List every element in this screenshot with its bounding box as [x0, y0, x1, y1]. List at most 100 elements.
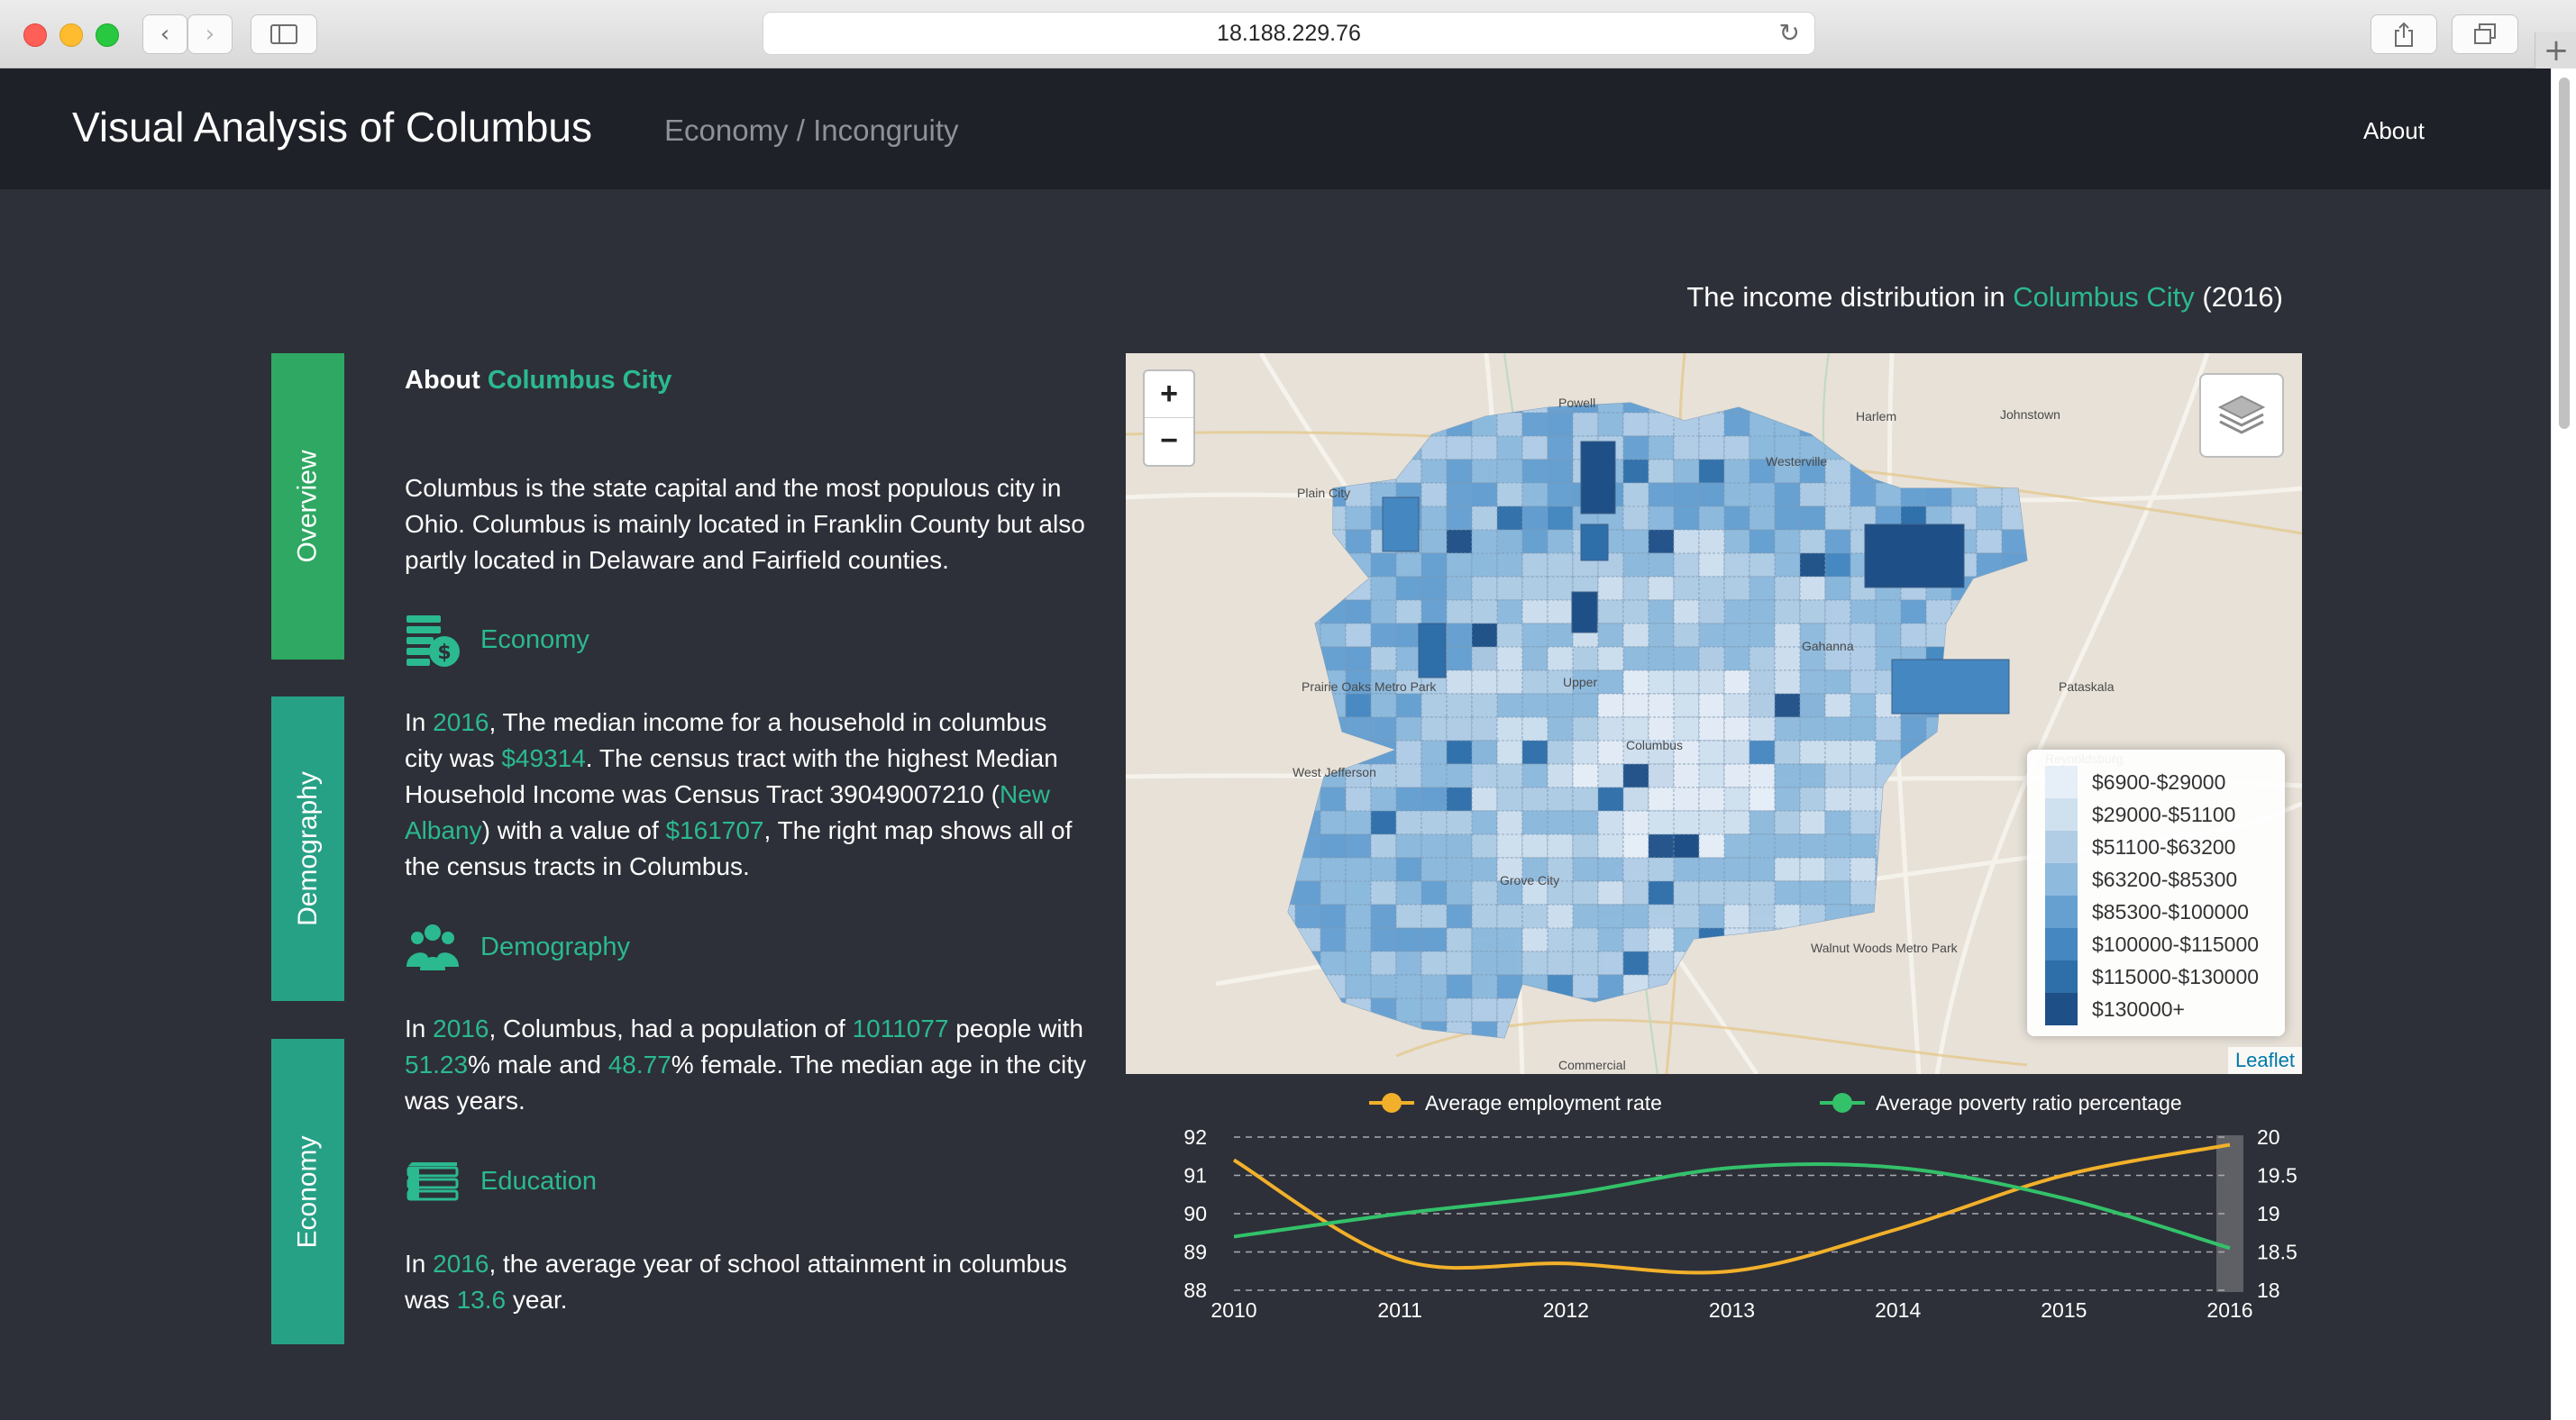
census-tract[interactable]	[1547, 505, 1574, 531]
census-tract[interactable]	[1622, 412, 1649, 437]
census-tract[interactable]	[1648, 787, 1675, 812]
census-tract[interactable]	[1723, 552, 1750, 578]
census-tract[interactable]	[1572, 1021, 1599, 1045]
census-tract[interactable]	[1471, 482, 1498, 507]
census-tract[interactable]	[1749, 904, 1776, 929]
census-tract[interactable]	[1270, 1045, 1295, 1069]
census-tract[interactable]	[1723, 669, 1750, 695]
census-tract[interactable]	[1446, 529, 1473, 554]
census-tract[interactable]	[1864, 523, 1965, 588]
census-tract[interactable]	[1925, 623, 1952, 648]
census-tract[interactable]	[1496, 576, 1523, 601]
census-tract[interactable]	[1900, 787, 1927, 812]
census-tract[interactable]	[1850, 435, 1902, 460]
census-tract[interactable]	[1622, 576, 1649, 601]
census-tract[interactable]	[2026, 623, 2052, 648]
census-tract[interactable]	[2026, 529, 2052, 554]
census-tract[interactable]	[1774, 740, 1801, 765]
census-tract[interactable]	[1799, 787, 1826, 812]
census-tract[interactable]	[1850, 904, 1877, 929]
census-tract[interactable]	[1925, 412, 1952, 460]
census-tract[interactable]	[1850, 763, 1877, 788]
census-tract[interactable]	[1723, 693, 1750, 718]
census-tract[interactable]	[1950, 389, 2003, 414]
census-tract[interactable]	[1976, 997, 2003, 1023]
census-tract[interactable]	[1496, 435, 1523, 460]
census-tract[interactable]	[1471, 833, 1498, 859]
census-tract[interactable]	[1950, 435, 2003, 484]
census-tract[interactable]	[1496, 833, 1523, 859]
census-tract[interactable]	[1799, 482, 1826, 507]
census-tract[interactable]	[1774, 389, 1801, 414]
census-tract[interactable]	[1270, 810, 1296, 835]
census-tract[interactable]	[1749, 810, 1776, 835]
census-tract[interactable]	[1976, 951, 2003, 976]
census-tract[interactable]	[1345, 459, 1372, 484]
census-tract[interactable]	[1900, 599, 1927, 624]
back-button[interactable]: ‹	[142, 14, 187, 54]
census-tract[interactable]	[1521, 529, 1548, 554]
census-tract[interactable]	[1622, 459, 1649, 484]
census-tract[interactable]	[1294, 669, 1321, 718]
census-tract[interactable]	[1799, 389, 1826, 414]
census-tract[interactable]	[1799, 576, 1826, 601]
census-tract[interactable]	[2026, 505, 2052, 554]
census-tract[interactable]	[1270, 505, 1296, 531]
census-tract[interactable]	[1270, 459, 1296, 484]
census-tract[interactable]	[1420, 787, 1448, 812]
census-tract[interactable]	[1446, 646, 1473, 671]
census-tract[interactable]	[1698, 951, 1725, 976]
census-tract[interactable]	[1370, 716, 1397, 742]
census-tract[interactable]	[1395, 951, 1422, 976]
census-tract[interactable]	[1496, 904, 1523, 929]
census-tract[interactable]	[1875, 974, 1902, 999]
census-tract[interactable]	[2001, 833, 2027, 859]
census-tract[interactable]	[1723, 505, 1750, 531]
census-tract[interactable]	[1294, 997, 1347, 1023]
census-tract[interactable]	[1749, 1045, 1800, 1069]
census-tract[interactable]	[1521, 646, 1548, 671]
census-tract[interactable]	[1875, 904, 1902, 929]
census-tract[interactable]	[1622, 693, 1649, 718]
census-tract[interactable]	[1446, 716, 1473, 742]
census-tract[interactable]	[1648, 997, 1675, 1023]
census-tract[interactable]	[1521, 974, 1548, 999]
census-tract[interactable]	[1976, 763, 2003, 788]
census-tract[interactable]	[1471, 716, 1498, 742]
census-tract[interactable]	[1774, 599, 1801, 624]
census-tract[interactable]	[1370, 997, 1397, 1023]
census-tract[interactable]	[1799, 857, 1826, 882]
census-tract[interactable]	[1580, 523, 1609, 561]
census-tract[interactable]	[1749, 576, 1776, 601]
census-tract[interactable]	[1723, 646, 1750, 671]
census-tract[interactable]	[1521, 951, 1548, 976]
census-tract[interactable]	[1420, 951, 1448, 976]
census-tract[interactable]	[1950, 1021, 2003, 1045]
census-tract[interactable]	[1496, 974, 1523, 999]
census-tract[interactable]	[1648, 669, 1675, 695]
census-tract[interactable]	[1270, 740, 1296, 788]
census-tract[interactable]	[1446, 459, 1473, 484]
census-tract[interactable]	[1496, 740, 1523, 765]
census-tract[interactable]	[2001, 623, 2052, 648]
census-tract[interactable]	[1799, 810, 1826, 835]
census-tract[interactable]	[1597, 951, 1624, 976]
census-tract[interactable]	[1420, 693, 1448, 718]
census-tract[interactable]	[1294, 716, 1347, 742]
census-tract[interactable]	[1471, 904, 1498, 929]
census-tract[interactable]	[2001, 552, 2052, 578]
share-button[interactable]	[2370, 14, 2437, 54]
census-tract[interactable]	[1900, 716, 1927, 742]
census-tract[interactable]	[1320, 576, 1347, 601]
census-tract[interactable]	[2001, 435, 2052, 460]
census-tract[interactable]	[1824, 904, 1851, 929]
census-tract[interactable]	[1345, 833, 1372, 859]
census-tract[interactable]	[1775, 1045, 1800, 1069]
census-tract[interactable]	[2026, 435, 2052, 460]
census-tract[interactable]	[1850, 997, 1877, 1023]
census-tract[interactable]	[1418, 623, 1447, 678]
income-choropleth-map[interactable]: Powell Westerville Harlem Johnstown Plain Ci…	[1126, 353, 2302, 1074]
census-tract[interactable]	[1891, 659, 2010, 715]
census-tract[interactable]	[1824, 857, 1851, 882]
census-tract[interactable]	[1925, 763, 1952, 788]
